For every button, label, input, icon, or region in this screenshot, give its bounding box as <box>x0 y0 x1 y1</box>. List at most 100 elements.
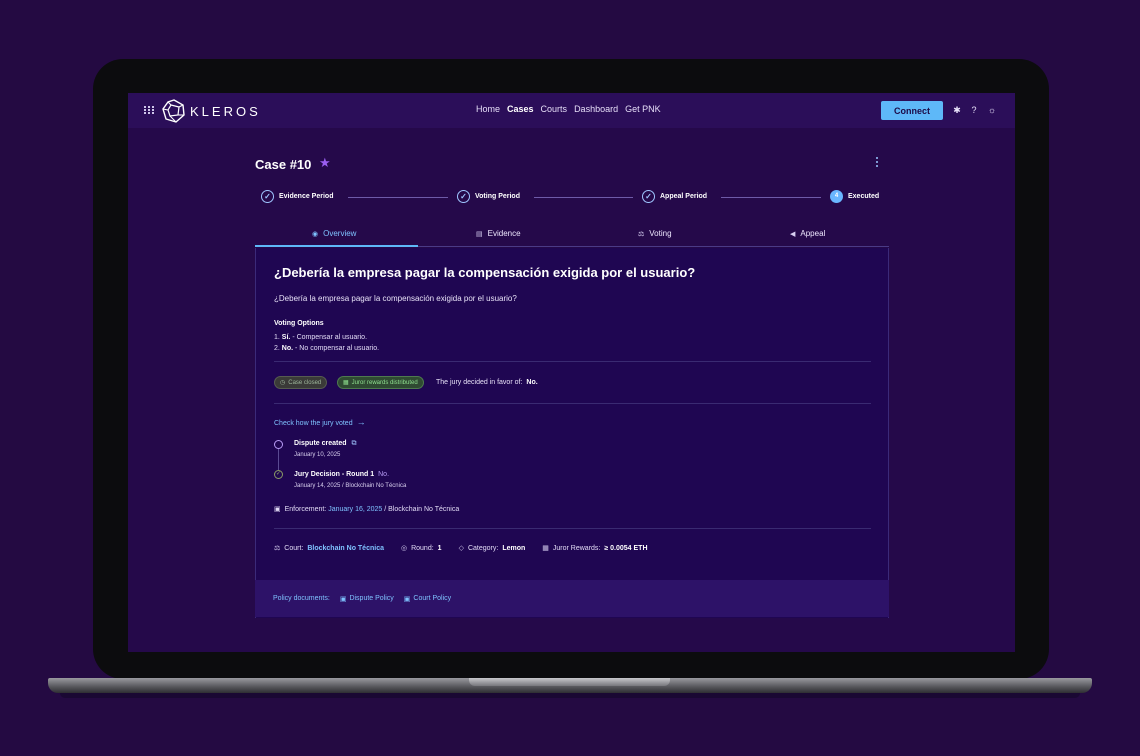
option-label: No. <box>281 345 294 352</box>
nav-home[interactable]: Home <box>476 104 500 114</box>
enforcement-court: / Blockchain No Técnica <box>384 506 460 513</box>
top-navigation-bar: KLEROS Home Cases Courts Dashboard Get P… <box>128 93 1015 128</box>
case-tabs: ◉ Overview ▤ Evidence ⚖ Voting ◀ Appeal <box>255 227 889 247</box>
laptop-notch <box>469 678 670 686</box>
rewards-value: ≥ 0.0054 ETH <box>604 544 648 552</box>
active-tab-indicator <box>255 245 418 247</box>
policy-label: Policy documents: <box>273 595 330 602</box>
court-label: Court: <box>284 544 304 552</box>
tab-overview[interactable]: ◉ Overview <box>312 229 356 238</box>
clock-icon: ◷ <box>280 380 286 386</box>
nav-cases[interactable]: Cases <box>507 104 534 114</box>
decided-label: The jury decided in favor of: <box>436 379 523 386</box>
timeline-check-icon: ✓ <box>274 470 283 479</box>
kleros-logo-icon <box>162 99 185 123</box>
settings-icon[interactable]: ✱ <box>952 105 962 115</box>
tab-evidence[interactable]: ▤ Evidence <box>476 229 521 238</box>
policy-documents-bar: Policy documents: ▣ Dispute Policy ▣ Cou… <box>255 580 889 617</box>
timeline-item-date: January 14, 2025 / Blockchain No Técnica <box>294 483 407 489</box>
laptop-shadow <box>60 693 1080 698</box>
case-stepper: ✓ Evidence Period ✓ Voting Period ✓ Appe… <box>255 190 889 204</box>
divider <box>274 361 871 362</box>
court-value[interactable]: Blockchain No Técnica <box>307 545 384 552</box>
step-connector <box>534 197 633 198</box>
megaphone-icon: ◀ <box>790 230 796 238</box>
tag-icon: ◇ <box>458 545 464 552</box>
voting-option: 1. Sí. - Compensar al usuario. <box>274 334 367 341</box>
check-jury-votes-link[interactable]: Check how the jury voted → <box>274 417 366 427</box>
divider <box>274 528 871 529</box>
coins-icon: ▦ <box>542 545 549 552</box>
timeline-line <box>278 449 279 470</box>
voting-option: 2. No. - No compensar al usuario. <box>274 345 379 352</box>
external-link-icon[interactable]: ⧉ <box>352 440 357 447</box>
case-closed-badge: ◷ Case closed <box>274 376 328 389</box>
rewards-label: Juror Rewards: <box>552 544 601 552</box>
apps-menu-icon[interactable] <box>144 106 154 115</box>
check-icon: ✓ <box>642 190 655 203</box>
tab-label: Appeal <box>800 229 826 238</box>
nav-courts[interactable]: Courts <box>541 104 568 114</box>
question-title: ¿Debería la empresa pagar la compensació… <box>274 265 696 280</box>
calendar-icon: ▣ <box>274 506 281 513</box>
tab-voting[interactable]: ⚖ Voting <box>638 229 672 238</box>
arrow-right-icon: → <box>356 417 366 427</box>
category-value: Lemon <box>502 544 526 552</box>
connect-button[interactable]: Connect <box>881 101 943 120</box>
timeline-vote: No. <box>378 471 390 478</box>
badge-label: Juror rewards distributed <box>351 379 418 386</box>
eye-icon: ◉ <box>312 230 319 238</box>
step-evidence-period: ✓ Evidence Period <box>261 190 333 203</box>
voting-options-title: Voting Options <box>274 320 324 327</box>
timeline-dot <box>274 440 283 449</box>
case-meta: ⚖ Court: Blockchain No Técnica ◎ Round: … <box>274 544 665 553</box>
option-desc: - Compensar al usuario. <box>292 334 368 341</box>
enforcement-label: Enforcement: <box>284 506 327 513</box>
coins-icon: ▦ <box>343 380 349 386</box>
theme-icon[interactable]: ☼ <box>987 105 997 115</box>
step-label: Appeal Period <box>660 193 708 200</box>
badge-label: Case closed <box>288 379 322 386</box>
step-label: Evidence Period <box>279 193 334 200</box>
enforcement-info: ▣ Enforcement: January 16, 2025 / Blockch… <box>274 505 459 513</box>
document-icon: ▣ <box>403 595 411 603</box>
document-icon: ▤ <box>476 230 483 238</box>
check-icon: ✓ <box>261 190 274 203</box>
nav-get-pnk[interactable]: Get PNK <box>625 104 661 114</box>
link-label: Check how the jury voted <box>274 420 353 427</box>
step-label: Voting Period <box>475 193 520 200</box>
timeline-item-title: Dispute created ⧉ <box>294 440 357 448</box>
step-connector <box>721 197 821 198</box>
round-label: Round: <box>411 544 434 552</box>
kleros-logo[interactable]: KLEROS <box>162 99 261 123</box>
step-appeal-period: ✓ Appeal Period <box>642 190 707 203</box>
option-desc: - No compensar al usuario. <box>295 345 380 352</box>
court-policy-link[interactable]: Court Policy <box>413 595 451 602</box>
main-nav: Home Cases Courts Dashboard Get PNK <box>476 104 661 114</box>
jury-decision-text: The jury decided in favor of: No. <box>436 379 538 386</box>
decided-value: No. <box>526 379 538 386</box>
round-icon: ◎ <box>400 545 408 552</box>
step-label: Executed <box>848 193 880 200</box>
overview-panel: ¿Debería la empresa pagar la compensació… <box>255 248 889 618</box>
tab-label: Evidence <box>487 229 521 238</box>
option-label: Sí. <box>281 334 291 341</box>
tab-appeal[interactable]: ◀ Appeal <box>790 229 825 238</box>
tab-label: Voting <box>649 229 672 238</box>
scale-icon: ⚖ <box>638 230 645 238</box>
check-icon: ✓ <box>457 190 470 203</box>
nav-dashboard[interactable]: Dashboard <box>574 104 618 114</box>
step-number: 4 <box>830 190 843 203</box>
timeline-title-text: Jury Decision - Round 1 <box>294 471 375 478</box>
timeline-title-text: Dispute created <box>294 440 347 447</box>
step-executed: 4 Executed <box>830 190 879 203</box>
dispute-policy-link[interactable]: Dispute Policy <box>349 595 393 602</box>
star-icon[interactable]: ★ <box>319 155 331 171</box>
option-number: 1. <box>274 334 280 341</box>
timeline-item-title: Jury Decision - Round 1 No. <box>294 471 389 478</box>
divider <box>274 403 871 404</box>
more-options-icon[interactable] <box>875 157 879 171</box>
scale-icon: ⚖ <box>274 545 281 552</box>
help-icon[interactable]: ? <box>969 105 979 115</box>
app-screen: KLEROS Home Cases Courts Dashboard Get P… <box>128 93 1015 652</box>
